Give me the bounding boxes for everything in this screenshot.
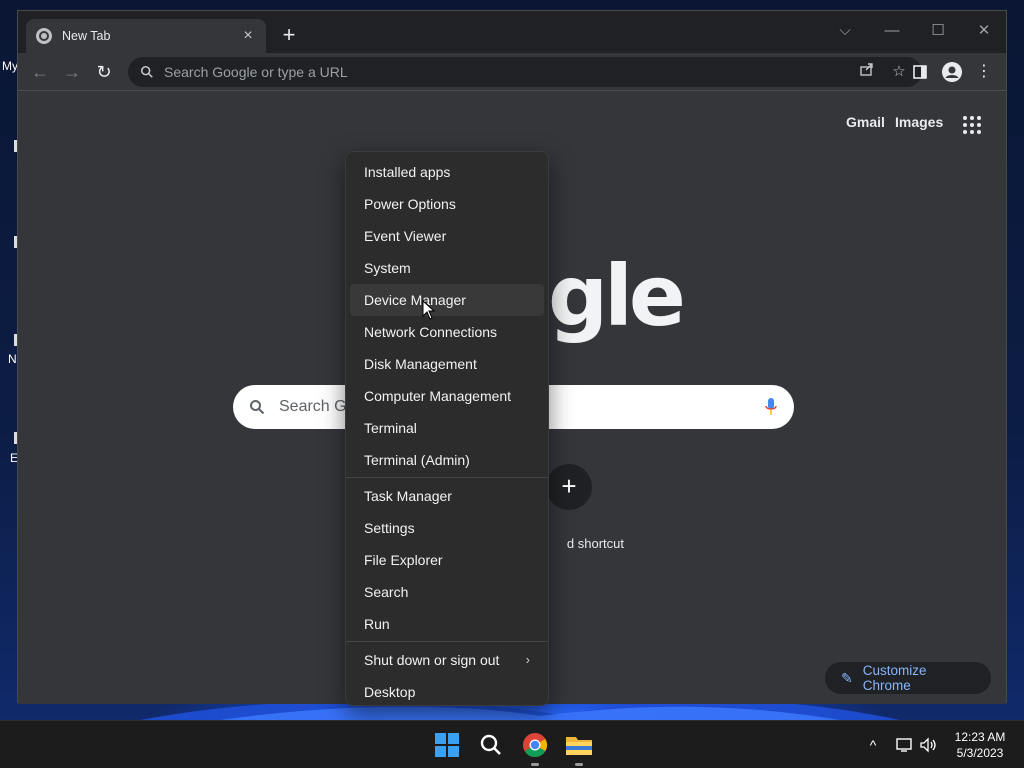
menu-separator [346,641,548,642]
menu-item-installed-apps[interactable]: Installed apps [350,156,544,188]
new-tab-button[interactable]: + [278,24,300,47]
tab-title: New Tab [62,29,111,43]
forward-button[interactable]: → [58,58,86,86]
maximize-button[interactable]: ☐ [915,17,961,45]
menu-item-system[interactable]: System [350,252,544,284]
volume-icon[interactable] [918,734,940,756]
menu-item-run[interactable]: Run [350,608,544,640]
menu-item-shut-down-or-sign-out[interactable]: Shut down or sign out › [350,644,544,676]
clock-time: 12:23 AM [954,730,1006,744]
chrome-icon [523,733,548,758]
system-clock[interactable]: 12:23 AM 5/3/2023 [944,729,1016,761]
start-button[interactable] [431,729,463,761]
mouse-cursor-icon [422,300,436,320]
reload-button[interactable]: ↻ [90,58,118,86]
taskbar-chrome-button[interactable] [519,729,551,766]
taskbar-file-explorer-button[interactable] [563,729,595,766]
menu-item-label: Shut down or sign out [364,652,500,668]
menu-item-desktop[interactable]: Desktop [350,676,544,708]
gmail-link[interactable]: Gmail [846,114,885,130]
menu-item-terminal[interactable]: Terminal [350,412,544,444]
chrome-favicon-icon [36,28,52,44]
desktop-icon-label[interactable]: My [2,59,18,73]
tab-search-dropdown-icon[interactable]: ⌵ [822,17,868,45]
clock-date: 5/3/2023 [956,746,1004,760]
network-icon[interactable] [894,734,916,756]
share-icon[interactable] [856,61,878,83]
close-window-button[interactable]: ✕ [961,17,1007,45]
menu-item-computer-management[interactable]: Computer Management [350,380,544,412]
menu-item-power-options[interactable]: Power Options [350,188,544,220]
address-bar[interactable]: ☆ [128,57,922,87]
profile-icon[interactable] [938,58,966,86]
more-menu-icon[interactable]: ⋮ [970,58,998,86]
running-indicator [531,763,539,766]
menu-item-terminal-admin[interactable]: Terminal (Admin) [350,444,544,476]
menu-item-device-manager[interactable]: Device Manager [350,284,544,316]
menu-item-event-viewer[interactable]: Event Viewer [350,220,544,252]
images-link[interactable]: Images [895,114,943,130]
add-shortcut-button[interactable]: + [546,464,592,510]
search-icon [480,734,501,755]
address-input[interactable] [164,64,846,80]
taskbar: ^ 12:23 AM 5/3/2023 [0,720,1024,768]
tab-new-tab[interactable]: New Tab × [26,19,266,53]
desktop-icon-label[interactable]: N [8,352,17,366]
taskbar-search-button[interactable] [475,729,507,761]
side-panel-icon[interactable] [906,58,934,86]
folder-icon [566,737,592,755]
customize-chrome-button[interactable]: ✎ Customize Chrome [825,662,991,694]
menu-item-network-connections[interactable]: Network Connections [350,316,544,348]
menu-item-file-explorer[interactable]: File Explorer [350,544,544,576]
winx-context-menu: Installed apps Power Options Event Viewe… [345,151,549,706]
search-icon [250,400,265,415]
voice-search-mic-icon[interactable] [764,397,778,417]
menu-item-settings[interactable]: Settings [350,512,544,544]
browser-toolbar: ← → ↻ ☆ ⋮ [18,53,1006,91]
customize-chrome-label: Customize Chrome [862,663,927,693]
chevron-right-icon: › [525,652,530,667]
close-tab-icon[interactable]: × [240,27,256,45]
menu-separator [346,477,548,478]
pencil-icon: ✎ [841,669,853,686]
title-bar[interactable]: New Tab × + ⌵ — ☐ ✕ [18,11,1006,53]
running-indicator [575,763,583,766]
show-hidden-icons-chevron[interactable]: ^ [862,734,884,756]
menu-item-search[interactable]: Search [350,576,544,608]
menu-item-task-manager[interactable]: Task Manager [350,480,544,512]
windows-logo-icon [435,733,459,757]
minimize-button[interactable]: — [869,17,915,45]
back-button[interactable]: ← [26,58,54,86]
search-icon [140,65,153,78]
google-logo: gle [548,247,686,345]
menu-item-disk-management[interactable]: Disk Management [350,348,544,380]
google-apps-icon[interactable] [963,116,981,134]
